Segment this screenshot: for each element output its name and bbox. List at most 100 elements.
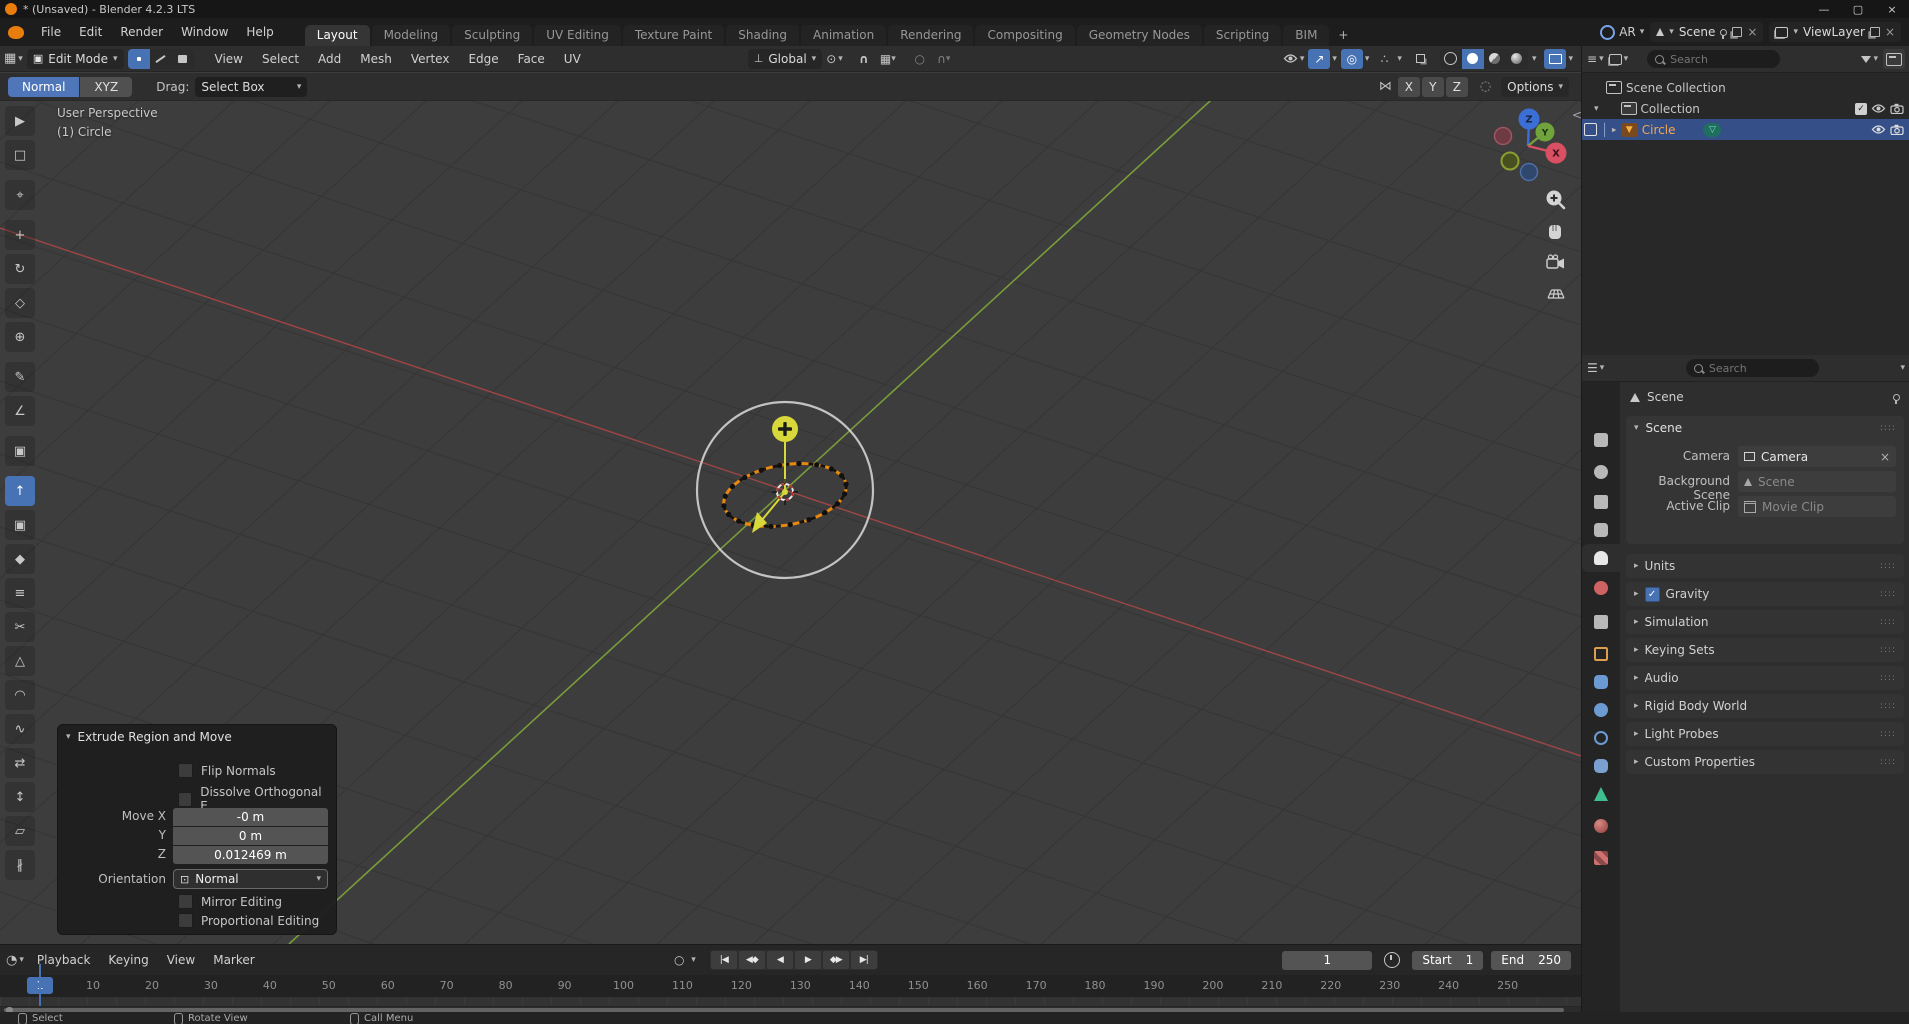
properties-tab-modifiers[interactable]: [1582, 668, 1620, 696]
move-z-field[interactable]: 0.012469 m: [173, 846, 328, 864]
playhead-line[interactable]: [39, 964, 41, 1006]
gizmo-dropdown[interactable]: ▾: [1332, 54, 1337, 64]
mesh-vertex[interactable]: [796, 460, 802, 467]
tool-extrude-region-button[interactable]: ↑: [5, 476, 35, 506]
playback-sync-toggle[interactable]: ○: [668, 950, 690, 970]
tool-transform-button[interactable]: ⊕: [5, 322, 35, 352]
menu-file[interactable]: File: [32, 25, 70, 39]
properties-search-input[interactable]: [1706, 360, 1811, 376]
pivot-point-dropdown[interactable]: ⊙ ▾: [826, 52, 843, 66]
mirror-axis-y-button[interactable]: Y: [1421, 76, 1444, 97]
frame-tick-40[interactable]: 40: [253, 979, 287, 992]
mesh-vertex[interactable]: [768, 523, 774, 530]
mesh-edit-overlay-icon[interactable]: ∴: [1373, 49, 1395, 69]
drag-handle-icon[interactable]: ::::: [1880, 757, 1896, 767]
edge-select-button[interactable]: [149, 48, 172, 69]
new-collection-button[interactable]: [1883, 49, 1905, 69]
frame-tick-240[interactable]: 240: [1432, 979, 1466, 992]
panel-custom-properties[interactable]: ▸ Custom Properties::::: [1626, 750, 1904, 774]
mesh-vertex[interactable]: [758, 467, 764, 473]
transform-orientation-dropdown[interactable]: ⊥ Global ▾: [747, 48, 823, 69]
frame-tick-70[interactable]: 70: [430, 979, 464, 992]
frame-tick-20[interactable]: 20: [135, 979, 169, 992]
mirror-axis-x-button[interactable]: X: [1397, 76, 1420, 97]
properties-tab-collection[interactable]: [1582, 608, 1620, 636]
mode-dropdown[interactable]: ▣ Edit Mode ▾: [26, 48, 124, 69]
show-overlays-toggle[interactable]: ◎: [1340, 48, 1363, 69]
camera-view-button[interactable]: [1546, 254, 1564, 269]
close-icon[interactable]: ×: [1880, 450, 1890, 464]
tab-geometry-nodes[interactable]: Geometry Nodes: [1076, 24, 1202, 46]
frame-tick-30[interactable]: 30: [194, 979, 228, 992]
panel-units[interactable]: ▸ Units::::: [1626, 554, 1904, 578]
frame-tick-170[interactable]: 170: [1019, 979, 1053, 992]
properties-tab-object[interactable]: [1582, 640, 1620, 668]
axis-neg-y-ball[interactable]: [1500, 151, 1520, 171]
play-reverse-button[interactable]: ◀: [766, 951, 793, 969]
tool-add-cube-button[interactable]: ▣: [5, 436, 35, 466]
mesh-vertex[interactable]: [822, 509, 828, 516]
drag-handle-icon[interactable]: ::::: [1880, 561, 1896, 571]
shading-solid-button[interactable]: [1461, 48, 1484, 69]
drag-handle-icon[interactable]: ::::: [1880, 589, 1896, 599]
frame-tick-190[interactable]: 190: [1137, 979, 1171, 992]
tab-scripting[interactable]: Scripting: [1203, 24, 1282, 46]
duplicate-scene-icon[interactable]: [1732, 27, 1743, 37]
tool-spin-button[interactable]: ◠: [5, 680, 35, 710]
frame-tick-150[interactable]: 150: [901, 979, 935, 992]
mesh-vertex[interactable]: [838, 473, 845, 479]
frame-start-field[interactable]: Start 1: [1412, 950, 1484, 970]
scene-selector[interactable]: ▾ Scene ×: [1650, 22, 1764, 42]
xyz-tab-button[interactable]: XYZ: [80, 76, 133, 97]
menu-edit[interactable]: Edit: [70, 25, 111, 39]
frame-tick-120[interactable]: 120: [724, 979, 758, 992]
drag-handle-icon[interactable]: ::::: [1880, 617, 1896, 627]
tab-layout[interactable]: Layout: [304, 24, 370, 46]
proportional-editing-row[interactable]: Proportional Editing: [178, 913, 319, 928]
tool-rotate-button[interactable]: ↻: [5, 254, 35, 284]
panel-gravity[interactable]: ▸ ✓ Gravity::::: [1626, 582, 1904, 606]
tool-cursor-button[interactable]: ⌖: [5, 180, 35, 210]
mesh-vertex[interactable]: [721, 503, 727, 509]
vertex-select-button[interactable]: [127, 48, 150, 69]
current-frame-field[interactable]: 1: [1282, 950, 1373, 970]
viewlayer-selector[interactable]: ▾ ViewLayer ×: [1769, 22, 1901, 42]
add-workspace-button[interactable]: +: [1331, 25, 1355, 45]
move-x-field[interactable]: -0 m: [173, 808, 328, 826]
mesh-edit-overlay-dropdown[interactable]: ▾: [1397, 54, 1402, 64]
flip-normals-row[interactable]: Flip Normals: [178, 763, 276, 778]
frame-tick-130[interactable]: 130: [783, 979, 817, 992]
outliner-search[interactable]: [1647, 50, 1781, 68]
mesh-vertex[interactable]: [729, 483, 736, 489]
outliner-display-mode-dropdown[interactable]: ≡ ▾: [1587, 52, 1604, 66]
duplicate-viewlayer-icon[interactable]: [1869, 27, 1880, 37]
properties-tab-material[interactable]: [1582, 812, 1620, 840]
viewport-menu-face[interactable]: Face: [509, 52, 554, 66]
hide-eye-icon[interactable]: [1871, 124, 1886, 135]
properties-editor-type-button[interactable]: ☰ ▾: [1587, 361, 1604, 375]
blender-menu-icon[interactable]: [8, 25, 24, 39]
outliner-filter-mode-dropdown[interactable]: ▾: [1608, 53, 1628, 65]
hide-eye-icon[interactable]: [1871, 103, 1886, 114]
frame-end-field[interactable]: End 250: [1491, 950, 1572, 970]
menu-help[interactable]: Help: [237, 25, 282, 39]
disable-render-camera-icon[interactable]: [1890, 103, 1904, 114]
tool-poly-build-button[interactable]: △: [5, 646, 35, 676]
jump-to-prev-keyframe-button[interactable]: ◀◆: [738, 951, 765, 969]
panel-keying-sets[interactable]: ▸ Keying Sets::::: [1626, 638, 1904, 662]
properties-tab-scene[interactable]: [1582, 544, 1620, 572]
close-icon[interactable]: ×: [1747, 25, 1757, 39]
pin-icon[interactable]: [1893, 393, 1900, 404]
mesh-vertex[interactable]: [722, 493, 728, 499]
frame-tick-110[interactable]: 110: [665, 979, 699, 992]
panel-light-probes[interactable]: ▸ Light Probes::::: [1626, 722, 1904, 746]
mesh-vertex[interactable]: [742, 474, 748, 481]
outliner-search-input[interactable]: [1668, 51, 1773, 67]
proportional-editing-checkbox[interactable]: [178, 913, 193, 928]
tool-move-button[interactable]: +: [5, 220, 35, 250]
jump-to-start-button[interactable]: |◀: [710, 951, 737, 969]
drag-handle-icon[interactable]: ::::: [1880, 423, 1896, 433]
ar-dropdown[interactable]: AR ▾: [1600, 24, 1644, 40]
close-icon[interactable]: ×: [1885, 25, 1895, 39]
tool-loop-cut-button[interactable]: ≡: [5, 578, 35, 608]
